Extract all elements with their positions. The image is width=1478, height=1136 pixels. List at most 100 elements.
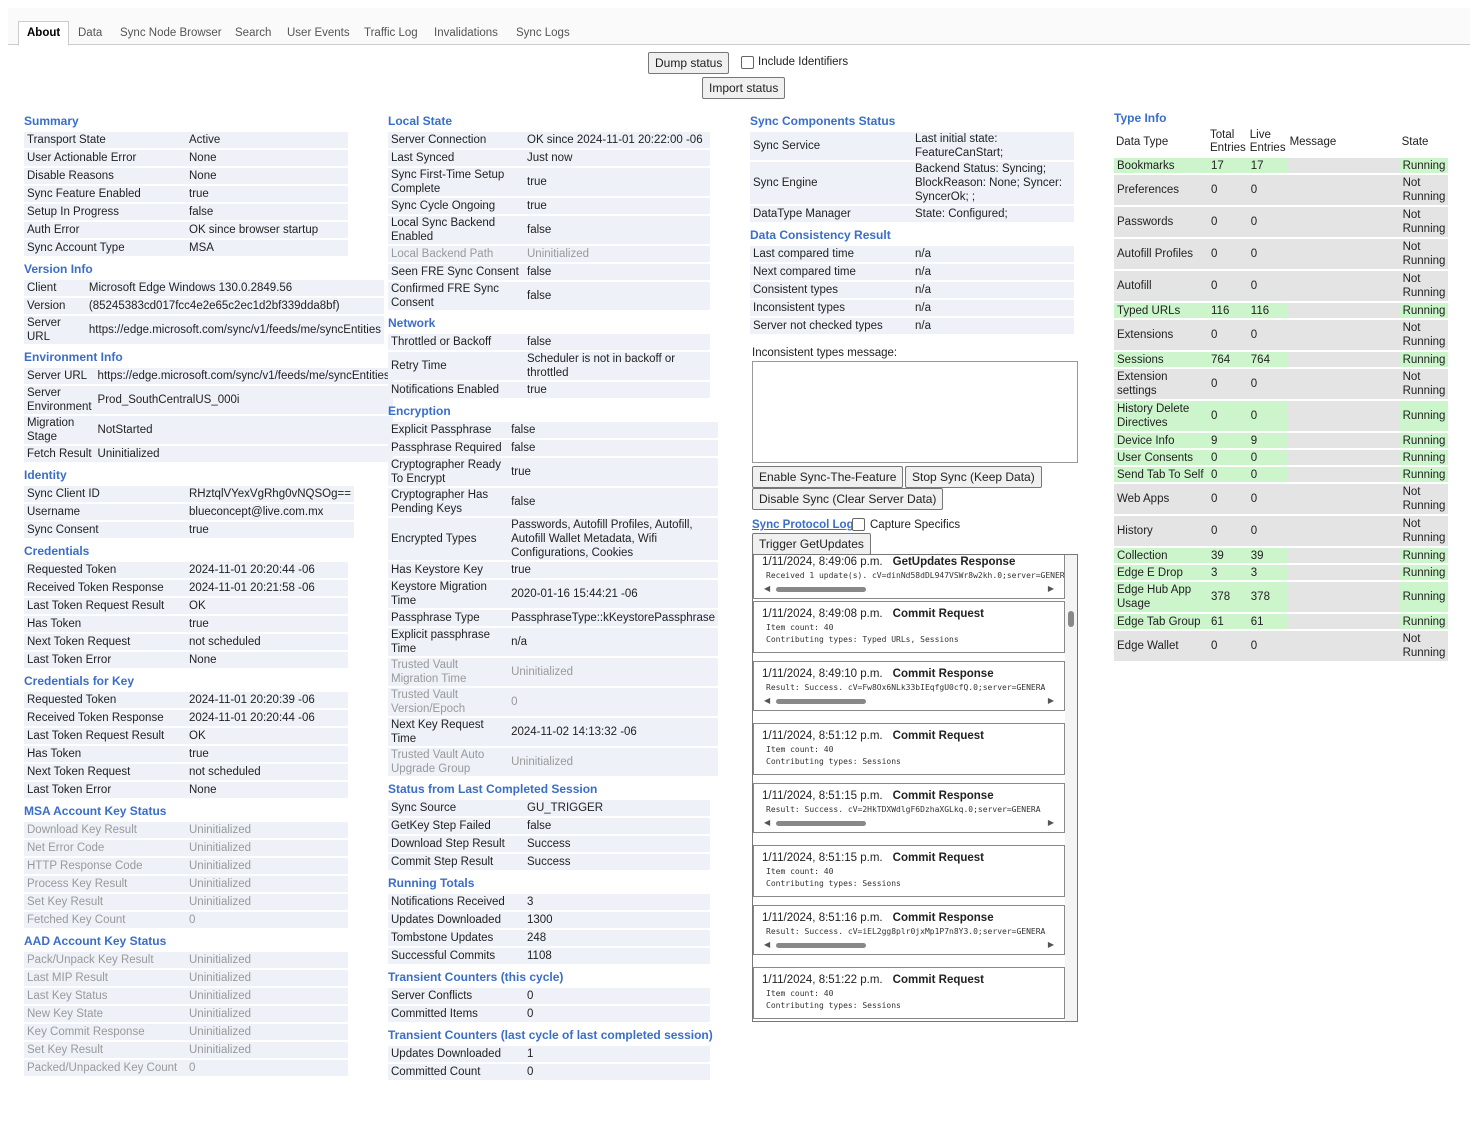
protocol-log-list[interactable]: 1/11/2024, 8:49:06 p.m. GetUpdates Respon… xyxy=(752,554,1078,1022)
inconsistent-types-message-textarea[interactable] xyxy=(752,361,1078,463)
tab-data[interactable]: Data xyxy=(78,22,102,44)
info-value: Uninitialized xyxy=(186,840,348,856)
info-row: Set Key Result Uninitialized xyxy=(24,894,348,910)
info-row: Updates Downloaded 1 xyxy=(388,1046,710,1062)
info-value: true xyxy=(524,168,710,196)
tab-sync-node-browser[interactable]: Sync Node Browser xyxy=(120,22,222,44)
type-header-state: State xyxy=(1401,135,1429,148)
tab-user-events[interactable]: User Events xyxy=(287,22,350,44)
info-row: Has Keystore Key true xyxy=(388,562,718,578)
info-row: Committed Count 0 xyxy=(388,1064,710,1080)
type-row: Sessions 764 764 Running xyxy=(1114,352,1449,367)
log-entry[interactable]: 1/11/2024, 8:51:15 p.m. Commit Response Re… xyxy=(753,783,1065,833)
scroll-left-icon[interactable]: ◀ xyxy=(764,696,770,705)
info-key: Sync First-Time Setup Complete xyxy=(388,168,524,196)
enable-sync-button[interactable]: Enable Sync-The-Feature xyxy=(752,466,904,488)
type-live: 0 xyxy=(1247,450,1288,465)
info-key: Process Key Result xyxy=(24,876,186,892)
info-key: Local Backend Path xyxy=(388,246,524,262)
info-key: Transport State xyxy=(24,132,186,148)
scroll-left-icon[interactable]: ◀ xyxy=(764,584,770,593)
type-live: 0 xyxy=(1247,175,1288,205)
info-key: Version xyxy=(24,298,86,314)
trigger-getupdates-button[interactable]: Trigger GetUpdates xyxy=(752,533,871,555)
info-row: Updates Downloaded 1300 xyxy=(388,912,710,928)
type-state: Running xyxy=(1399,401,1449,431)
tab-invalidations[interactable]: Invalidations xyxy=(434,22,498,44)
stop-sync-button[interactable]: Stop Sync (Keep Data) xyxy=(905,466,1042,488)
type-message xyxy=(1287,484,1400,514)
log-entry-scrollbar[interactable]: ◀ ▶ xyxy=(764,584,1054,594)
info-value: PassphraseType::kKeystorePassphrase xyxy=(508,610,718,626)
info-value: (85245383cd017fcc4e2e65c2ec1d2bf339dda8b… xyxy=(85,298,384,314)
log-entry-scrollbar[interactable]: ◀ ▶ xyxy=(764,696,1054,706)
info-key: Trusted Vault Migration Time xyxy=(388,658,509,686)
type-header-total-entries: Total Entries xyxy=(1210,129,1246,154)
section-table-credentials-for-key: Requested Token 2024-11-01 20:20:39 -06 Re… xyxy=(24,690,348,800)
log-entry-scrollbar[interactable]: ◀ ▶ xyxy=(764,818,1054,828)
info-row: Has Token true xyxy=(24,616,348,632)
info-row: Next Token Request not scheduled xyxy=(24,634,348,650)
info-row: Confirmed FRE Sync Consent false xyxy=(388,282,710,310)
type-message xyxy=(1287,369,1400,399)
info-key: Updates Downloaded xyxy=(388,1046,524,1062)
scroll-right-icon[interactable]: ▶ xyxy=(1048,584,1054,593)
info-key: Client xyxy=(24,280,86,296)
info-row: Throttled or Backoff false xyxy=(388,334,710,350)
log-entry[interactable]: 1/11/2024, 8:51:15 p.m. Commit Request Ite… xyxy=(753,845,1065,897)
scroll-right-icon[interactable]: ▶ xyxy=(1048,818,1054,827)
scroll-right-icon[interactable]: ▶ xyxy=(1048,940,1054,949)
log-entry[interactable]: 1/11/2024, 8:51:22 p.m. Commit Request Ite… xyxy=(753,967,1065,1019)
info-row: Sync Client ID RHztqlVYexVgRhg0vNQSOg== xyxy=(24,486,354,502)
info-row: Cryptographer Ready To Encrypt true xyxy=(388,458,718,486)
info-value: Uninitialized xyxy=(186,970,348,986)
disable-sync-button[interactable]: Disable Sync (Clear Server Data) xyxy=(752,488,944,510)
info-value: Uninitialized xyxy=(508,658,718,686)
tab-sync-logs[interactable]: Sync Logs xyxy=(516,22,570,44)
info-key: Last Token Error xyxy=(24,652,186,668)
info-key: Seen FRE Sync Consent xyxy=(388,264,524,280)
log-entry[interactable]: 1/11/2024, 8:51:16 p.m. Commit Response Re… xyxy=(753,905,1065,955)
log-entry[interactable]: 1/11/2024, 8:51:12 p.m. Commit Request Ite… xyxy=(753,723,1065,775)
info-row: Last Key Status Uninitialized xyxy=(24,988,348,1004)
info-value: https://edge.microsoft.com/sync/v1/feeds… xyxy=(94,368,393,384)
tab-about[interactable]: About xyxy=(18,21,70,46)
dump-status-button[interactable]: Dump status xyxy=(648,52,730,74)
info-key: Last Token Request Result xyxy=(24,598,186,614)
capture-specifics-checkbox[interactable] xyxy=(852,518,865,531)
scroll-thumb[interactable] xyxy=(776,943,866,948)
log-entry-time: 1/11/2024, 8:49:08 p.m. xyxy=(762,608,883,620)
type-total: 0 xyxy=(1208,320,1248,350)
info-row: Inconsistent types n/a xyxy=(750,300,1074,316)
scroll-thumb[interactable] xyxy=(776,821,866,826)
info-key: Tombstone Updates xyxy=(388,930,524,946)
tab-traffic-log[interactable]: Traffic Log xyxy=(364,22,418,44)
scroll-left-icon[interactable]: ◀ xyxy=(764,818,770,827)
info-row: Pack/Unpack Key Result Uninitialized xyxy=(24,952,348,968)
type-total: 17 xyxy=(1208,158,1248,173)
log-entry[interactable]: 1/11/2024, 8:49:06 p.m. GetUpdates Respon… xyxy=(753,555,1065,599)
info-value: n/a xyxy=(912,246,1074,262)
log-entry[interactable]: 1/11/2024, 8:49:08 p.m. Commit Request Ite… xyxy=(753,601,1065,653)
type-state: Not Running xyxy=(1399,271,1449,301)
scroll-thumb[interactable] xyxy=(776,699,866,704)
log-entry-body: Item count: 40 Contributing types: Sessi… xyxy=(766,745,901,766)
scroll-right-icon[interactable]: ▶ xyxy=(1048,696,1054,705)
scroll-left-icon[interactable]: ◀ xyxy=(764,940,770,949)
info-value: Uninitialized xyxy=(186,894,348,910)
import-status-button[interactable]: Import status xyxy=(702,77,786,99)
log-entry[interactable]: 1/11/2024, 8:49:10 p.m. Commit Response Re… xyxy=(753,661,1065,711)
info-key: Has Keystore Key xyxy=(388,562,509,578)
type-total: 0 xyxy=(1208,450,1248,465)
log-scrollbar[interactable] xyxy=(1065,555,1077,1021)
tab-search[interactable]: Search xyxy=(235,22,271,44)
info-row: Server Connection OK since 2024-11-01 20:… xyxy=(388,132,710,148)
info-row: Local Sync Backend Enabled false xyxy=(388,216,710,244)
info-row: Next compared time n/a xyxy=(750,264,1074,280)
info-key: Explicit passphrase Time xyxy=(388,628,509,656)
info-key: Sync Feature Enabled xyxy=(24,186,186,202)
log-entry-scrollbar[interactable]: ◀ ▶ xyxy=(764,940,1054,950)
include-identifiers-checkbox[interactable] xyxy=(741,56,754,69)
scroll-thumb[interactable] xyxy=(776,587,866,592)
log-scrollbar-thumb[interactable] xyxy=(1068,611,1074,627)
